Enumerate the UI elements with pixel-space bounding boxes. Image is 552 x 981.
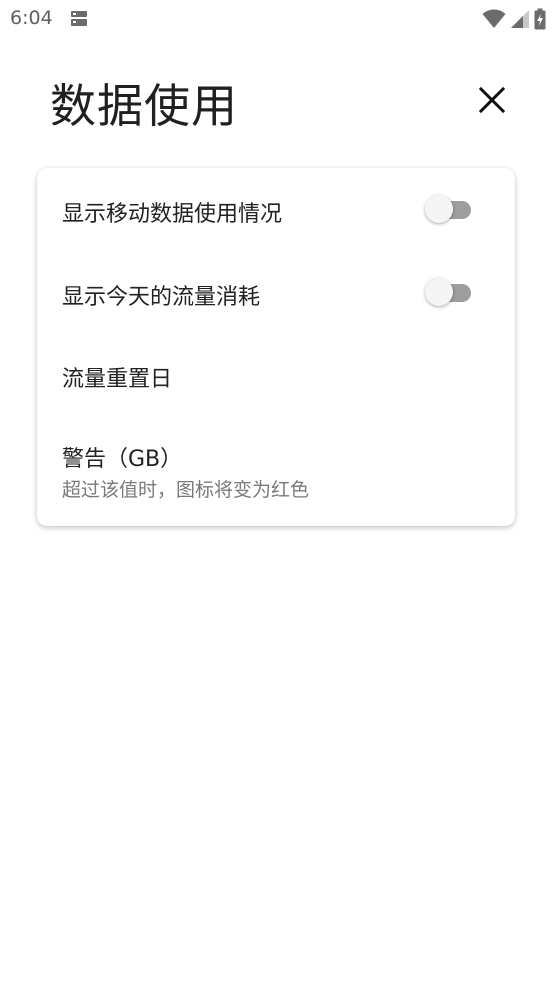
status-time: 6:04 xyxy=(10,7,53,29)
setting-show-today-usage[interactable]: 显示今天的流量消耗 xyxy=(37,252,515,334)
setting-summary: 超过该值时，图标将变为红色 xyxy=(62,479,310,501)
status-icons xyxy=(482,8,546,34)
setting-warning-gb[interactable]: 警告（GB） 超过该值时，图标将变为红色 xyxy=(37,416,515,526)
setting-data-reset-day[interactable]: 流量重置日 xyxy=(37,334,515,416)
cellular-signal-icon xyxy=(510,9,530,33)
setting-label: 警告（GB） xyxy=(62,447,183,472)
sim-card-icon xyxy=(70,10,88,31)
show-today-usage-switch[interactable] xyxy=(425,277,473,307)
setting-show-mobile-data-usage[interactable]: 显示移动数据使用情况 xyxy=(37,168,515,252)
wifi-icon xyxy=(482,9,506,33)
status-bar: 6:04 xyxy=(0,0,552,38)
header: 数据使用 xyxy=(0,60,552,140)
setting-label: 流量重置日 xyxy=(62,367,173,392)
close-button[interactable] xyxy=(470,78,514,122)
close-icon xyxy=(479,87,505,113)
switch-thumb xyxy=(425,195,453,223)
show-mobile-data-usage-switch[interactable] xyxy=(425,194,473,224)
page-title: 数据使用 xyxy=(50,79,238,133)
switch-thumb xyxy=(425,278,453,306)
settings-card: 显示移动数据使用情况 显示今天的流量消耗 流量重置日 警告（GB） 超过该值时，… xyxy=(37,168,515,526)
battery-charging-icon xyxy=(534,8,546,34)
setting-label: 显示移动数据使用情况 xyxy=(62,202,283,227)
setting-label: 显示今天的流量消耗 xyxy=(62,285,261,310)
